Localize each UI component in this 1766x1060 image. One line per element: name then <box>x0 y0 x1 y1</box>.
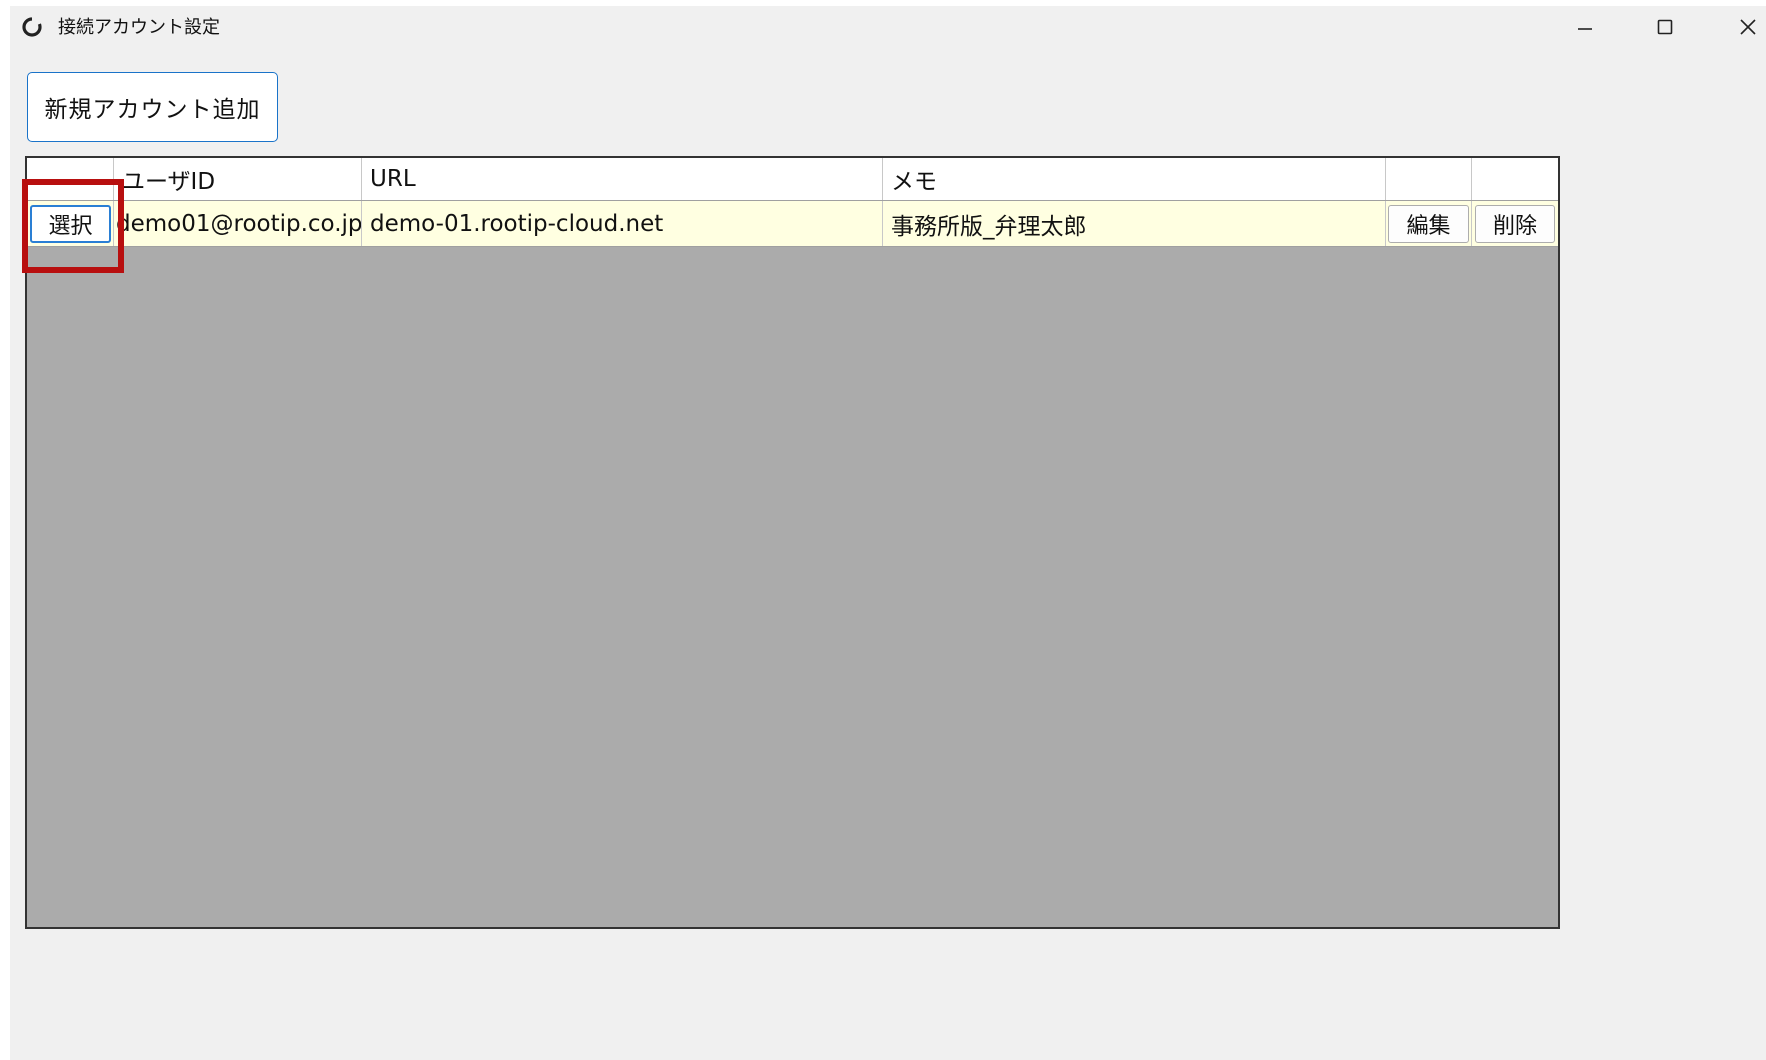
select-button[interactable]: 選択 <box>30 205 111 243</box>
column-header-user-id[interactable]: ユーザID <box>114 158 362 200</box>
user-id-cell[interactable]: demo01@rootip.co.jp <box>114 201 362 246</box>
add-account-button[interactable]: 新規アカウント追加 <box>27 72 278 142</box>
memo-cell[interactable]: 事務所版_弁理太郎 <box>883 201 1386 246</box>
maximize-icon <box>1657 19 1673 35</box>
close-icon <box>1740 19 1756 35</box>
column-header-memo[interactable]: メモ <box>883 158 1386 200</box>
delete-button[interactable]: 削除 <box>1475 205 1555 243</box>
column-header-edit[interactable] <box>1386 158 1472 200</box>
app-loading-icon <box>21 16 43 38</box>
column-header-url[interactable]: URL <box>362 158 883 200</box>
url-cell[interactable]: demo-01.rootip-cloud.net <box>362 201 883 246</box>
maximize-button[interactable] <box>1637 6 1693 48</box>
edit-button[interactable]: 編集 <box>1388 205 1469 243</box>
column-header-delete[interactable] <box>1472 158 1558 200</box>
window-title: 接続アカウント設定 <box>58 17 220 38</box>
title-bar[interactable]: 接続アカウント設定 <box>10 6 1766 50</box>
table-row[interactable]: demo01@rootip.co.jp demo-01.rootip-cloud… <box>27 201 1558 247</box>
account-settings-window: 接続アカウント設定 新規アカウント追加 ユーザID URL メモ demo01@… <box>10 6 1766 1060</box>
grid-header: ユーザID URL メモ <box>27 158 1558 201</box>
minimize-button[interactable] <box>1557 6 1613 48</box>
column-header-select[interactable] <box>27 158 114 200</box>
account-grid: ユーザID URL メモ demo01@rootip.co.jp demo-01… <box>25 156 1560 929</box>
close-button[interactable] <box>1720 6 1766 48</box>
minimize-icon <box>1578 28 1592 30</box>
